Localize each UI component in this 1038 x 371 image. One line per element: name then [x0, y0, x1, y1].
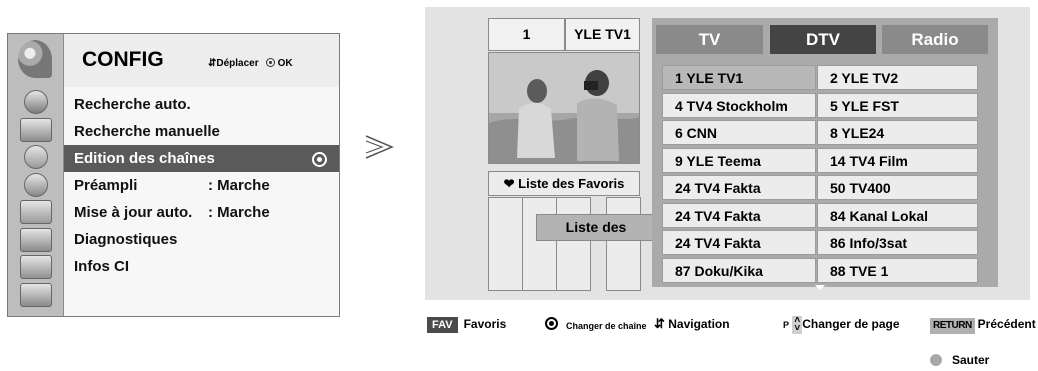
help-favorites: FAV Favoris [427, 316, 506, 333]
channel-item[interactable]: 14 TV4 Film [817, 147, 978, 173]
tab-tv[interactable]: TV [656, 25, 763, 54]
help-skip-label: Sauter [952, 353, 990, 367]
channel-item[interactable]: 1 YLE TV1 [662, 65, 816, 90]
config-item-label: Préampli [74, 177, 138, 194]
channel-item[interactable]: 5 YLE FST [817, 92, 978, 118]
globe-icon [24, 90, 48, 114]
channel-item[interactable]: 86 Info/3sat [817, 230, 978, 255]
favorite-slot[interactable] [522, 197, 557, 291]
lock-icon [20, 227, 52, 252]
calendar-icon [20, 200, 52, 224]
clock-icon [24, 172, 48, 197]
config-item-label: Recherche auto. [74, 96, 191, 113]
channel-item[interactable]: 88 TVE 1 [817, 257, 978, 283]
channel-item[interactable]: 24 TV4 Fakta [662, 230, 816, 255]
config-menu-item[interactable]: Edition des chaînes [64, 145, 339, 172]
channel-item[interactable]: 50 TV400 [817, 175, 978, 200]
config-menu-item[interactable]: Mise à jour auto. : Marche [64, 199, 339, 226]
help-navigation-label: Navigation [668, 317, 730, 331]
config-menu-item[interactable]: Infos CI [64, 253, 339, 280]
channel-list: 1 YLE TV1 2 YLE TV2 4 TV4 Stockholm 5 YLE F… [652, 60, 998, 287]
help-change-channel-label: Changer de chaîne [566, 321, 647, 331]
channel-item[interactable]: 87 Doku/Kika [662, 257, 816, 283]
hint-ok-label: OK [277, 58, 293, 69]
config-header: CONFIG ⇵Déplacer OK [64, 34, 339, 87]
scroll-down-icon[interactable] [815, 285, 825, 290]
favorite-slot[interactable] [488, 197, 523, 291]
config-item-label: Diagnostiques [74, 231, 178, 248]
channel-item[interactable]: 24 TV4 Fakta [662, 175, 816, 200]
config-menu-item[interactable]: Recherche manuelle [64, 118, 339, 145]
tab-radio[interactable]: Radio [882, 25, 988, 54]
config-item-label: Edition des chaînes [74, 150, 215, 167]
channel-preview-image [488, 52, 640, 164]
fav-key: FAV [427, 317, 458, 333]
help-return: RETURN Précédent [930, 316, 1036, 334]
select-circle-icon [312, 152, 327, 167]
navigation-arrows-icon: ⇵ [654, 316, 665, 331]
gray-button-icon [930, 354, 942, 366]
config-item-label: Recherche manuelle [74, 123, 220, 140]
return-key: RETURN [930, 318, 975, 334]
heart-icon: ❤ [503, 176, 515, 191]
navigation-hint: ⇵Déplacer OK [208, 57, 293, 69]
channel-item[interactable]: 9 YLE Teema [662, 147, 816, 173]
config-menu-item[interactable]: Recherche auto. [64, 91, 339, 118]
help-previous-label: Précédent [977, 317, 1036, 331]
channel-item[interactable]: 8 YLE24 [817, 120, 978, 145]
channel-item[interactable]: 2 YLE TV2 [817, 65, 978, 90]
channel-item[interactable]: 84 Kanal Lokal [817, 202, 978, 228]
ok-icon [265, 58, 275, 67]
help-favorites-label: Favoris [463, 317, 507, 331]
channel-name-box: YLE TV1 [565, 18, 640, 51]
favorites-popup: Liste des [536, 214, 656, 241]
config-item-value: : Marche [208, 204, 270, 221]
favorite-slot[interactable] [556, 197, 591, 291]
tab-dtv[interactable]: DTV [770, 25, 876, 54]
config-menu-item[interactable]: Préampli : Marche [64, 172, 339, 199]
hint-move-label: Déplacer [216, 58, 259, 69]
help-navigation: ⇵ Navigation [654, 316, 730, 332]
ok-ring-icon [545, 317, 558, 330]
page-updown-icon: ˄ ˅ [792, 315, 803, 334]
channel-item[interactable]: 6 CNN [662, 120, 816, 145]
config-item-label: Mise à jour auto. [74, 204, 193, 221]
config-title: CONFIG [82, 48, 164, 71]
channel-number-box: 1 [488, 18, 565, 51]
p-key: P [783, 320, 790, 331]
help-skip: Sauter [930, 352, 989, 368]
category-icon-bar [8, 34, 64, 316]
config-menu-item[interactable]: Diagnostiques [64, 226, 339, 253]
tv-icon [20, 117, 52, 142]
channel-item[interactable]: 4 TV4 Stockholm [662, 92, 816, 118]
channel-editor: 1 YLE TV1 ❤ Liste des Favoris Liste des … [425, 7, 1030, 300]
config-items: Recherche auto. Recherche manuelle Edition… [64, 87, 339, 316]
config-menu: CONFIG ⇵Déplacer OK Recherche auto. Recher… [7, 33, 340, 317]
help-change-channel: Changer de chaîne [545, 316, 647, 334]
channel-item[interactable]: 24 TV4 Fakta [662, 202, 816, 228]
config-item-value: : Marche [208, 177, 270, 194]
satellite-dish-icon [18, 40, 52, 78]
speaker-icon [24, 145, 48, 169]
favorites-list-text: Liste des Favoris [518, 176, 625, 191]
input-plug-icon [20, 255, 52, 279]
transition-arrow-icon [365, 135, 394, 159]
preview-photo [489, 53, 639, 163]
help-change-page-label: Changer de page [802, 317, 900, 332]
favorites-list-label[interactable]: ❤ Liste des Favoris [488, 171, 640, 196]
photo-icon [20, 282, 52, 307]
config-item-label: Infos CI [74, 258, 129, 275]
help-change-page: P ˄ ˅ Changer de page [783, 316, 900, 334]
favorite-slot[interactable] [606, 197, 641, 291]
